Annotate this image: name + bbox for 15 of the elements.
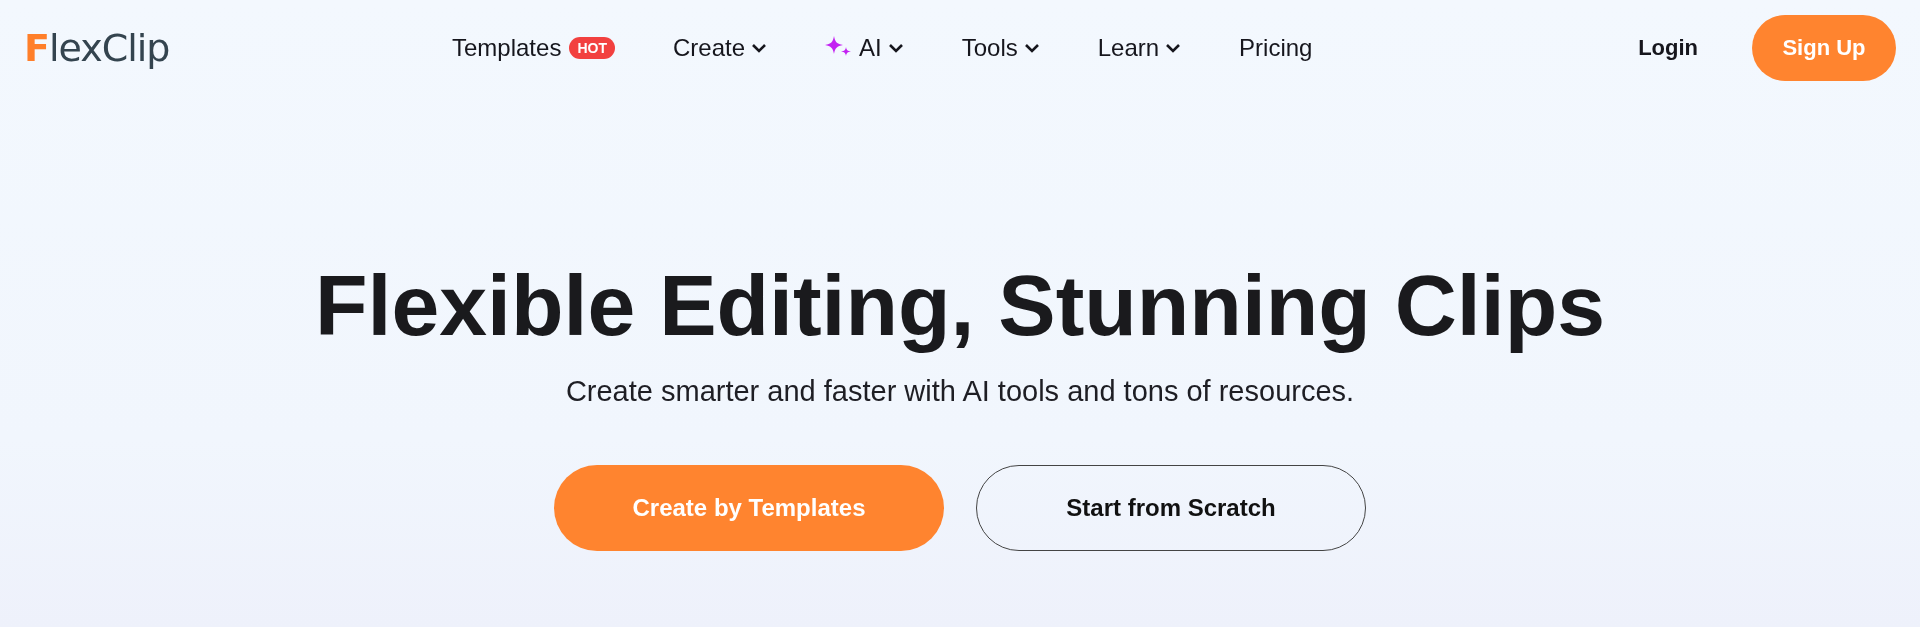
login-link[interactable]: Login	[1638, 35, 1698, 61]
hero-subtitle: Create smarter and faster with AI tools and tons of resources.	[565, 374, 1355, 408]
chevron-down-icon	[751, 43, 767, 53]
chevron-down-icon	[1165, 43, 1182, 53]
flexclip-logo[interactable]: FlexClip	[24, 29, 170, 67]
nav-link[interactable]: AI	[825, 34, 904, 62]
hot-badge: HOT	[569, 37, 615, 59]
nav-link[interactable]: Templates HOT	[452, 34, 615, 62]
hero-title: Flexible Editing, Stunning Clips	[315, 258, 1605, 353]
nav-link[interactable]: Tools	[961, 34, 1040, 62]
chevron-down-icon	[887, 43, 904, 53]
nav-link[interactable]: Pricing	[1239, 34, 1313, 62]
nav-link[interactable]: Create	[672, 34, 767, 62]
chevron-down-icon	[1023, 43, 1040, 53]
nav-link[interactable]: Learn	[1097, 34, 1182, 62]
